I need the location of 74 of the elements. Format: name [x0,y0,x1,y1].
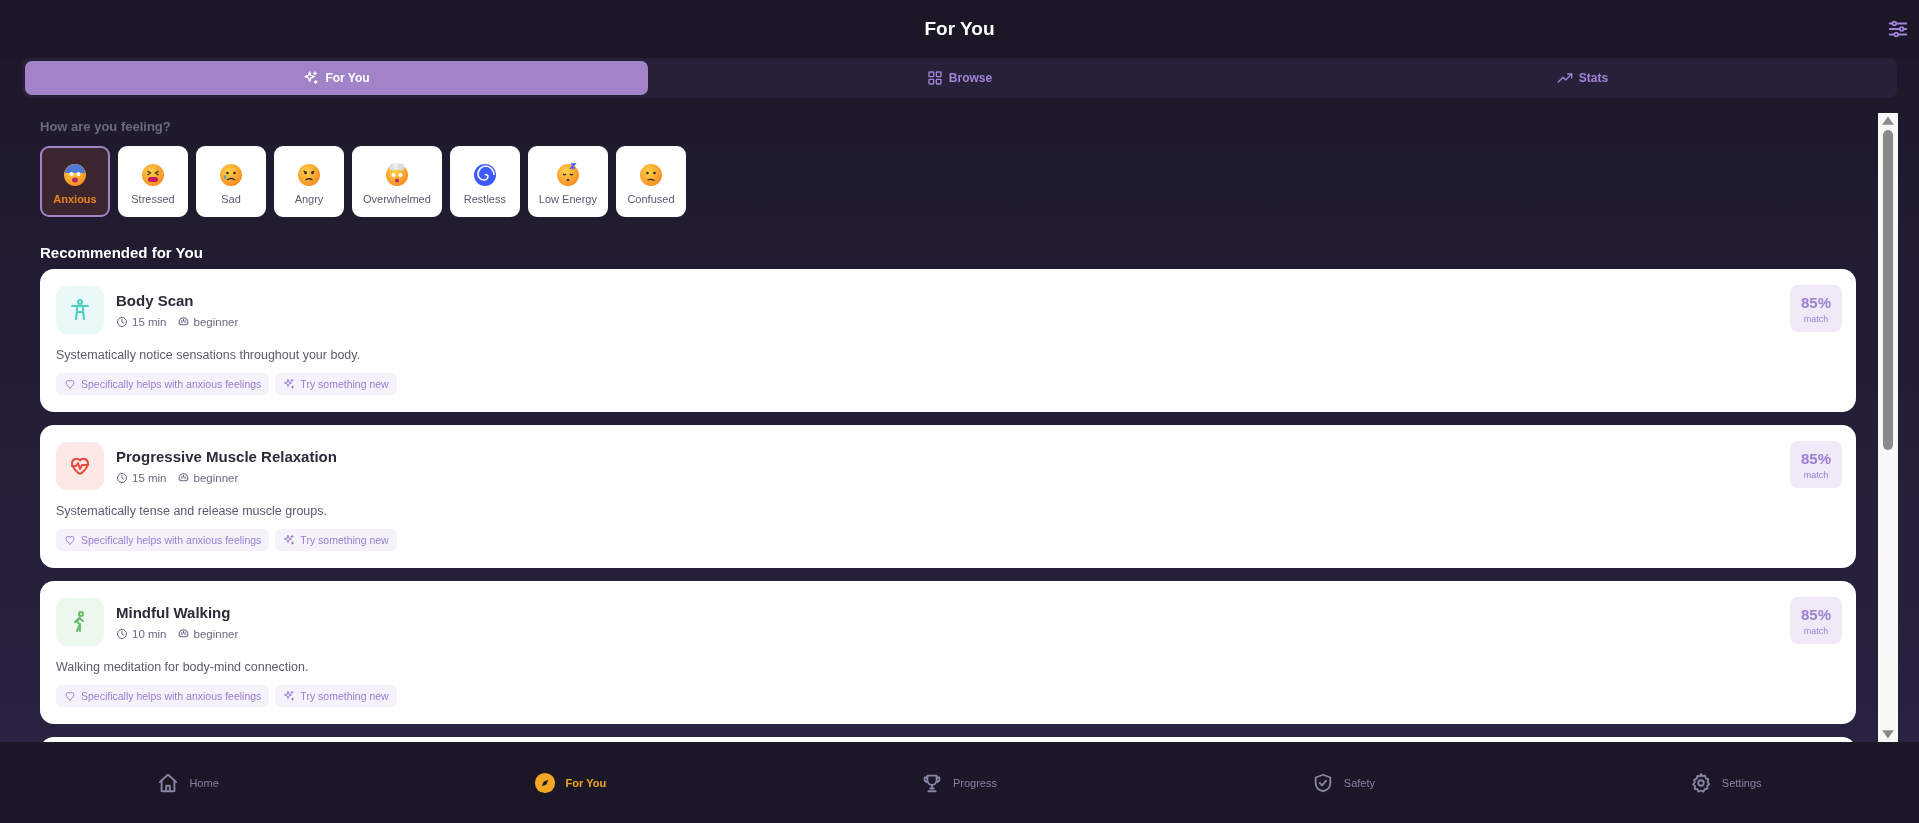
face-icon [638,162,663,187]
mood-option[interactable]: Angry [274,146,344,217]
mood-option[interactable]: Overwhelmed [352,146,442,217]
page-title: For You [924,18,995,40]
tag-text: Try something new [300,378,389,390]
face-icon [219,162,243,187]
face-icon [141,162,165,187]
activity-description: Systematically tense and release muscle groups. [56,504,328,518]
clock-icon [116,471,128,484]
tab[interactable]: Stats [1271,61,1894,95]
chart-icon [1556,70,1573,86]
spiral-icon [472,162,497,187]
settings-icon [1689,771,1712,794]
tag-text: Try something new [300,534,389,546]
nav-item[interactable]: For You [533,771,607,794]
face-icon [63,162,87,187]
mood-option[interactable]: Sad [196,146,266,217]
home-icon [157,771,180,794]
match-percent: 85% [1801,293,1831,311]
activity-title: Body Scan [116,292,195,309]
match-label: match [1803,625,1829,636]
difficulty: beginner [193,315,239,328]
face-icon [555,162,580,187]
heart-icon [64,378,76,390]
difficulty: beginner [193,471,239,484]
sparkles-icon [283,534,296,546]
activity-description: Systematically notice sensations throughout your body. [56,348,362,362]
tag-text: Specifically helps with anxious feelings [81,534,262,546]
clock-icon [116,315,128,328]
match-percent: 85% [1801,605,1831,623]
tag-text: Specifically helps with anxious feelings [81,690,262,702]
mood-question: How are you feeling? [40,119,172,134]
tab[interactable]: Browse [648,61,1271,95]
mood-option[interactable]: Confused [615,146,686,217]
compass-icon [533,771,556,794]
scrollbar-thumb[interactable] [1883,130,1893,450]
sparkles-icon [303,70,320,86]
filter-icon [1887,18,1909,40]
face-icon [297,162,321,187]
brain-icon [176,627,190,640]
difficulty: beginner [193,627,239,640]
match-label: match [1803,313,1829,324]
nav-item[interactable]: Settings [1689,771,1762,794]
tag-text: Try something new [300,690,389,702]
activity-card[interactable]: Body Scan 15 min beginner Systematically notice sensations throughout your body. Specifically helps with anxious feelings Try something new 85% match [40,269,1856,412]
activity-title: Mindful Walking [116,604,232,621]
mood-option[interactable]: Restless [449,146,520,217]
heart-icon [64,690,76,702]
mood-option[interactable]: Stressed [118,146,188,217]
grid-icon [926,70,943,86]
nav-item[interactable]: Home [157,771,219,794]
nav-item[interactable]: Progress [920,771,997,794]
activity-description: Walking meditation for body-mind connection. [56,660,310,674]
activity-card[interactable]: Mindful Walking 10 min beginner Walking meditation for body-mind connection. Specifically helps with anxious feelings Try something new 85% match [40,581,1856,724]
nav-item[interactable]: Safety [1311,771,1375,794]
duration: 10 min [132,627,167,640]
match-percent: 85% [1801,449,1831,467]
section-title: Recommended for You [40,244,204,261]
mood-option[interactable]: Anxious [40,146,110,217]
heart-icon [64,534,76,546]
tag-text: Specifically helps with anxious feelings [81,378,262,390]
sparkles-icon [283,378,296,390]
clock-icon [116,627,128,640]
scrollbar[interactable] [1878,113,1898,742]
mood-option[interactable]: Low Energy [527,146,608,217]
brain-icon [176,471,190,484]
duration: 15 min [132,471,167,484]
activity-card[interactable]: Progressive Muscle Relaxation 15 min beginner Systematically tense and release muscle groups. Specifically helps with anxious feelings Try something new 85% match [40,425,1856,568]
match-label: match [1803,469,1829,480]
brain-icon [176,315,190,328]
activity-title: Progressive Muscle Relaxation [116,448,337,465]
face-icon [384,162,409,187]
duration: 15 min [132,315,167,328]
sparkles-icon [283,690,296,702]
